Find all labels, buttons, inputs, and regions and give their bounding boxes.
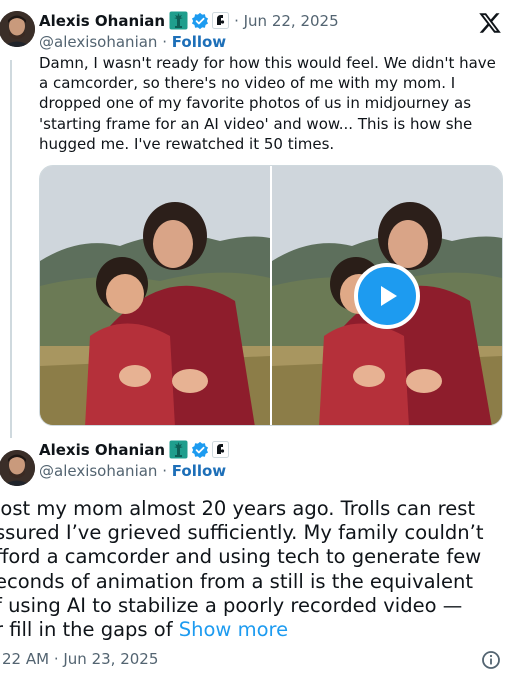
tweet-text-line: fford a camcorder and using tech to gene… — [0, 545, 482, 569]
author-name[interactable]: Alexis Ohanian — [39, 441, 165, 459]
avatar[interactable] — [0, 11, 35, 47]
tweet2-handle-row: @alexisohanian · Follow — [39, 462, 226, 480]
separator: · — [157, 462, 172, 480]
tweet-date[interactable]: · Jun 22, 2025 — [234, 12, 339, 30]
video-frame-left — [40, 166, 270, 425]
tweet-text-line: r fill in the gaps of — [0, 617, 179, 641]
author-name[interactable]: Alexis Ohanian — [39, 12, 165, 30]
statue-of-liberty-flag-icon — [169, 440, 188, 459]
thread-connector-line — [10, 60, 12, 438]
tweet-text-line: f using AI to stabilize a poorly recorde… — [0, 593, 463, 617]
author-handle[interactable]: @alexisohanian — [39, 462, 157, 480]
tweet-text: Damn, I wasn't ready for how this would … — [39, 54, 496, 153]
follow-button[interactable]: Follow — [172, 33, 226, 51]
org-affiliate-icon — [212, 441, 230, 458]
author-handle[interactable]: @alexisohanian — [39, 33, 157, 51]
tweet-text-line: ssured I’ve grieved sufficiently. My fam… — [0, 521, 484, 545]
avatar[interactable] — [0, 450, 35, 486]
tweet-timestamp[interactable]: 22 AM · Jun 23, 2025 — [2, 650, 158, 668]
play-icon — [381, 286, 397, 306]
info-icon[interactable] — [481, 650, 501, 670]
video-media[interactable] — [39, 165, 503, 426]
show-more-link[interactable]: Show more — [179, 618, 288, 641]
tweet1-name-row: Alexis Ohanian · Jun 22, 2025 — [39, 11, 339, 30]
separator: · — [157, 33, 172, 51]
play-button[interactable] — [354, 263, 420, 329]
verified-icon — [192, 12, 209, 29]
tweet-text-line: econds of animation from a still is the … — [0, 569, 473, 593]
tweet1-handle-row: @alexisohanian · Follow — [39, 33, 226, 51]
org-affiliate-icon — [212, 12, 230, 29]
statue-of-liberty-flag-icon — [169, 11, 188, 30]
follow-button[interactable]: Follow — [172, 462, 226, 480]
verified-icon — [192, 441, 209, 458]
tweet-text: lost my mom almost 20 years ago. Trolls … — [0, 497, 510, 642]
x-logo-icon[interactable] — [478, 11, 502, 35]
tweet2-name-row: Alexis Ohanian — [39, 440, 230, 459]
tweet-text-line: lost my mom almost 20 years ago. Trolls … — [0, 497, 476, 520]
